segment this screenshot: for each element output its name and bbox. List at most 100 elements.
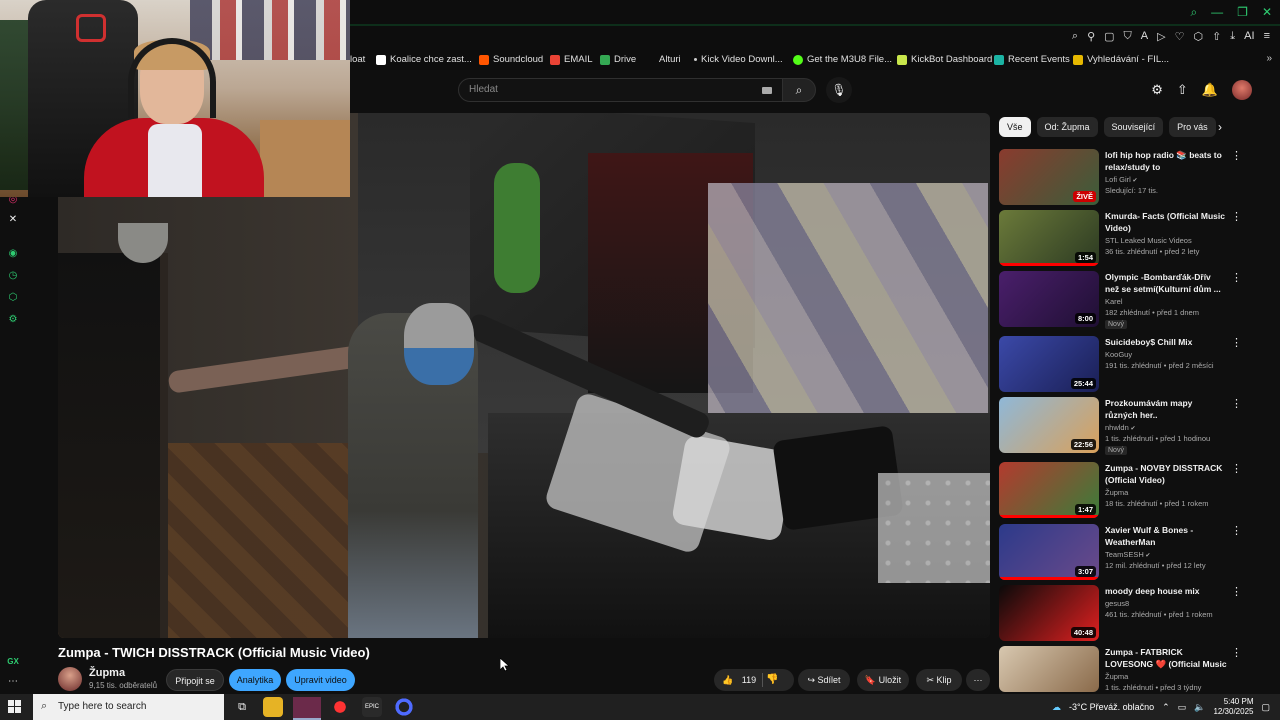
create-icon[interactable]: ⚙ (1151, 82, 1163, 98)
chip-filter[interactable]: Vše (999, 117, 1031, 137)
translate-icon[interactable]: A (1141, 30, 1148, 43)
bookmark-item[interactable]: Soundcloud (479, 54, 543, 65)
more-vert-icon[interactable]: ⋮ (1231, 524, 1242, 537)
minimize-icon[interactable]: — (1211, 5, 1223, 20)
recommendation-item[interactable]: 40:48 moody deep house mix gesus8 461 tis. … (999, 585, 1269, 643)
recommendation-channel[interactable]: Karel (1105, 297, 1123, 306)
recommendation-item[interactable]: 8:00 Olympic -Bombarďák-Dřív než se setmí… (999, 271, 1269, 329)
extensions-icon[interactable]: ⬡ (1193, 30, 1203, 43)
more-vert-icon[interactable]: ⋮ (1231, 585, 1242, 598)
voice-search-button[interactable]: 🎙 (826, 77, 852, 103)
bookmark-item[interactable]: loat (350, 54, 365, 65)
recommendation-title[interactable]: Kmurda- Facts (Official Music Video) (1105, 210, 1227, 234)
maximize-icon[interactable]: ❐ (1237, 5, 1248, 20)
save-button[interactable]: 🔖 Uložit (857, 669, 909, 691)
video-thumbnail[interactable]: 1:54 (999, 210, 1099, 266)
more-vert-icon[interactable]: ⋮ (1231, 271, 1242, 284)
extensions-icon[interactable]: ⬡ (7, 292, 19, 304)
windows-start-icon[interactable] (8, 700, 22, 714)
share-icon[interactable]: ⇧ (1212, 30, 1221, 43)
video-thumbnail[interactable]: ŽIVĚ (999, 149, 1099, 205)
video-thumbnail[interactable]: 8:00 (999, 271, 1099, 327)
more-icon[interactable]: ⋯ (7, 676, 19, 688)
chevron-right-icon[interactable]: › (1218, 120, 1222, 134)
screenshot-icon[interactable]: ▢ (1104, 30, 1114, 43)
bookmark-item[interactable]: Alturi (659, 54, 681, 65)
notification-center-icon[interactable]: ▢ (1261, 702, 1270, 713)
like-button[interactable]: 👍 119 (714, 669, 794, 691)
app-icon[interactable] (394, 697, 414, 717)
shield-icon[interactable]: ⛉ (1124, 30, 1132, 43)
taskbar-search-input[interactable]: ⌕ Type here to search (33, 694, 224, 720)
recommendation-item[interactable]: 3:07 Xavier Wulf & Bones - WeatherMan Team… (999, 524, 1269, 582)
recommendation-title[interactable]: Xavier Wulf & Bones - WeatherMan (1105, 524, 1227, 548)
recommendation-channel[interactable]: KooGuy (1105, 350, 1132, 359)
opera-gx-icon[interactable] (293, 697, 321, 720)
search-button[interactable]: ⌕ (782, 78, 816, 102)
search-input[interactable]: Hledat (458, 78, 783, 102)
play-icon[interactable]: ▷ (1157, 30, 1165, 43)
more-vert-icon[interactable]: ⋮ (1231, 462, 1242, 475)
join-button[interactable]: Připojit se (166, 669, 224, 691)
network-icon[interactable]: ▭ (1178, 702, 1187, 713)
video-thumbnail[interactable]: 25:44 (999, 336, 1099, 392)
chip-filter[interactable]: Pro vás (1169, 117, 1216, 137)
recommendation-title[interactable]: Zumpa - FATBRICK LOVESONG ❤️ (Official M… (1105, 646, 1227, 670)
volume-icon[interactable]: 🔈 (1194, 702, 1205, 713)
ai-button[interactable]: AI (1244, 30, 1254, 43)
more-vert-icon[interactable]: ⋮ (1231, 210, 1242, 223)
bookmark-item[interactable]: Koalice chce zast... (376, 54, 472, 65)
more-actions-button[interactable]: ⋯ (966, 669, 990, 691)
recommendation-title[interactable]: Zumpa - NOVBY DISSTRACK (Official Video) (1105, 462, 1227, 486)
search-icon[interactable]: ⌕ (1190, 5, 1197, 20)
history-icon[interactable]: ◷ (7, 270, 19, 282)
more-vert-icon[interactable]: ⋮ (1231, 336, 1242, 349)
weather-text[interactable]: -3°C Převáž. oblačno (1069, 702, 1154, 712)
recommendation-item[interactable]: Zumpa - FATBRICK LOVESONG ❤️ (Official M… (999, 646, 1269, 692)
pin-icon[interactable]: ⚲ (1087, 30, 1095, 43)
recommendation-title[interactable]: lofi hip hop radio 📚 beats to relax/stud… (1105, 149, 1227, 173)
recommendation-item[interactable]: 25:44 Suicideboy$ Chill Mix KooGuy 191 tis.… (999, 336, 1269, 394)
download-icon[interactable]: ⤓ (1230, 30, 1235, 43)
recommendation-title[interactable]: moody deep house mix (1105, 585, 1227, 597)
video-thumbnail[interactable]: 22:56 (999, 397, 1099, 453)
upload-icon[interactable]: ⇧ (1177, 82, 1188, 98)
recommendation-title[interactable]: Olympic -Bombarďák-Dřív než se setmí(Kul… (1105, 271, 1227, 295)
more-vert-icon[interactable]: ⋮ (1231, 646, 1242, 659)
video-thumbnail[interactable] (999, 646, 1099, 692)
channel-name[interactable]: Župma (89, 667, 125, 679)
recommendation-channel[interactable]: nhwldn ✔ (1105, 423, 1135, 432)
share-button[interactable]: ↪ Sdílet (798, 669, 850, 691)
video-thumbnail[interactable]: 40:48 (999, 585, 1099, 641)
gx-label[interactable]: GX (7, 656, 19, 668)
more-vert-icon[interactable]: ⋮ (1231, 149, 1242, 162)
close-icon[interactable]: ✕ (1262, 5, 1272, 20)
recommendation-channel[interactable]: gesus8 (1105, 599, 1129, 608)
bookmark-item[interactable]: EMAIL (550, 54, 593, 65)
recommendation-channel[interactable]: Župma (1105, 672, 1128, 681)
menu-icon[interactable]: ≡ (1264, 30, 1270, 43)
dislike-button[interactable]: 👎 (766, 669, 778, 691)
bookmark-item[interactable]: Get the M3U8 File... (793, 54, 892, 65)
bookmark-item[interactable]: Kick Video Downl... (694, 54, 783, 65)
player-icon[interactable]: ◉ (7, 248, 19, 260)
video-thumbnail[interactable]: 1:47 (999, 462, 1099, 518)
zoom-icon[interactable]: ⌕ (1072, 30, 1078, 43)
recommendation-channel[interactable]: TeamSESH ✔ (1105, 550, 1150, 559)
account-avatar[interactable] (1232, 80, 1252, 100)
recommendation-title[interactable]: Suicideboy$ Chill Mix (1105, 336, 1227, 348)
bookmark-item[interactable]: KickBot Dashboard (897, 54, 992, 65)
recommendation-channel[interactable]: Župma (1105, 488, 1128, 497)
recommendation-channel[interactable]: Lofi Girl ✔ (1105, 175, 1138, 184)
x-icon[interactable]: ✕ (7, 214, 19, 226)
recommendation-item[interactable]: ŽIVĚ lofi hip hop radio 📚 beats to relax/… (999, 149, 1269, 207)
analytics-button[interactable]: Analytika (229, 669, 281, 691)
bookmark-item[interactable]: Vyhledávání - FIL... (1073, 54, 1169, 65)
keyboard-icon[interactable] (762, 87, 772, 94)
recommendation-item[interactable]: 1:54 Kmurda- Facts (Official Music Video)… (999, 210, 1269, 268)
chip-filter[interactable]: Od: Župma (1036, 117, 1098, 137)
video-thumbnail[interactable]: 3:07 (999, 524, 1099, 580)
recommendation-item[interactable]: 22:56 Prozkoumávám mapy různých her.. nhwl… (999, 397, 1269, 455)
bookmark-item[interactable]: Recent Events (994, 54, 1070, 65)
epic-games-icon[interactable]: EPIC (362, 697, 382, 717)
